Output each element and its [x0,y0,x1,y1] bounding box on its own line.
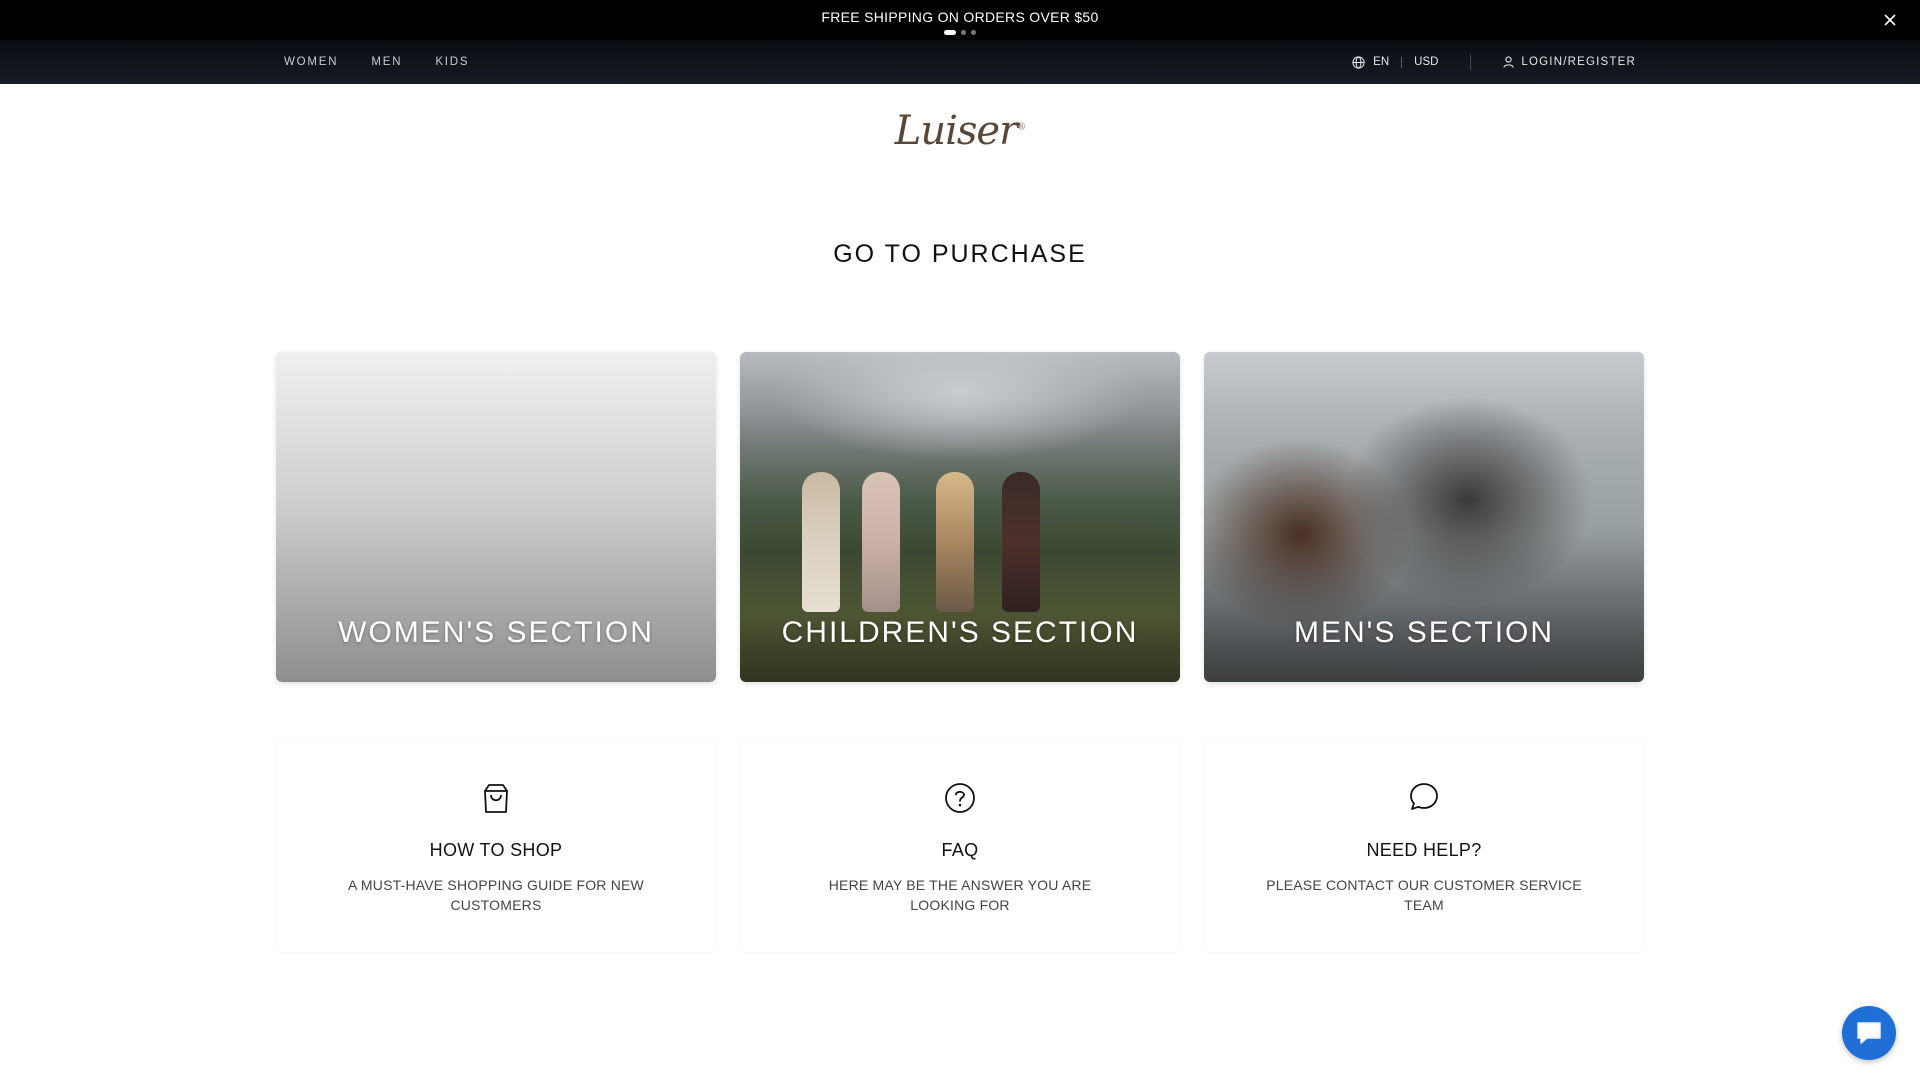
mens-section-card[interactable]: MEN'S SECTION [1204,352,1644,682]
how-to-shop-title: HOW TO SHOP [429,840,563,860]
chat-icon [1857,1022,1881,1044]
how-to-shop-card[interactable]: HOW TO SHOP A MUST-HAVE SHOPPING GUIDE F… [276,738,716,952]
carousel-dot-1[interactable] [944,30,956,35]
login-label: LOGIN/REGISTER [1521,56,1636,68]
childrens-section-label: CHILDREN'S SECTION [781,616,1139,649]
help-links: HOW TO SHOP A MUST-HAVE SHOPPING GUIDE F… [276,738,1644,952]
announcement-bar: FREE SHIPPING ON ORDERS OVER $50 [0,0,1920,40]
language-label: EN [1373,56,1390,68]
question-circle-icon [945,783,975,813]
chat-bubble-icon [1410,783,1438,810]
carousel-dot-2[interactable] [961,30,966,35]
globe-icon [1352,55,1365,69]
shopping-bag-icon [484,784,508,813]
how-to-shop-desc: A MUST-HAVE SHOPPING GUIDE FOR NEW CUSTO… [348,877,644,913]
womens-section-label: WOMEN'S SECTION [338,616,654,649]
need-help-title: NEED HELP? [1366,840,1482,860]
nav-link-kids[interactable]: KIDS [435,56,469,68]
need-help-card[interactable]: NEED HELP? PLEASE CONTACT OUR CUSTOMER S… [1204,738,1644,952]
faq-desc: HERE MAY BE THE ANSWER YOU ARE LOOKING F… [828,877,1092,913]
brand-logo[interactable]: Luiser® [894,108,1026,154]
nav-link-men[interactable]: MEN [371,56,402,68]
announcement-text: FREE SHIPPING ON ORDERS OVER $50 [821,9,1099,25]
close-icon [1884,14,1896,26]
main-nav: WOMEN MEN KIDS EN USD LOGIN/REGISTER [0,40,1920,84]
login-register-link[interactable]: LOGIN/REGISTER [1503,56,1636,68]
nav-divider [1470,54,1472,70]
close-announcement-button[interactable] [1878,8,1902,32]
currency-label: USD [1414,56,1439,68]
need-help-desc: PLEASE CONTACT OUR CUSTOMER SERVICE TEAM [1266,877,1582,913]
live-chat-button[interactable] [1842,1006,1896,1060]
faq-card[interactable]: FAQ HERE MAY BE THE ANSWER YOU ARE LOOKI… [740,738,1180,952]
logo-wordmark: Luiser [894,108,1018,154]
faq-title: FAQ [941,840,979,860]
carousel-dot-3[interactable] [971,30,976,35]
mens-section-label: MEN'S SECTION [1293,616,1555,649]
womens-section-card[interactable]: WOMEN'S SECTION [276,352,716,682]
carousel-dots [944,30,976,35]
childrens-section-card[interactable]: CHILDREN'S SECTION [740,352,1180,682]
logo-trademark: ® [1017,122,1026,133]
nav-links: WOMEN MEN KIDS [284,40,469,84]
section-cards: WOMEN'S SECTION CHILDREN'S SECTION MEN'S… [276,352,1644,682]
nav-link-women[interactable]: WOMEN [284,56,338,68]
user-icon [1503,56,1514,68]
nav-utilities: EN USD LOGIN/REGISTER [1352,40,1636,84]
page-title: GO TO PURCHASE [833,240,1087,268]
locale-separator [1401,56,1403,68]
locale-selector[interactable]: EN USD [1352,55,1439,69]
logo-container: Luiser® [0,108,1920,154]
